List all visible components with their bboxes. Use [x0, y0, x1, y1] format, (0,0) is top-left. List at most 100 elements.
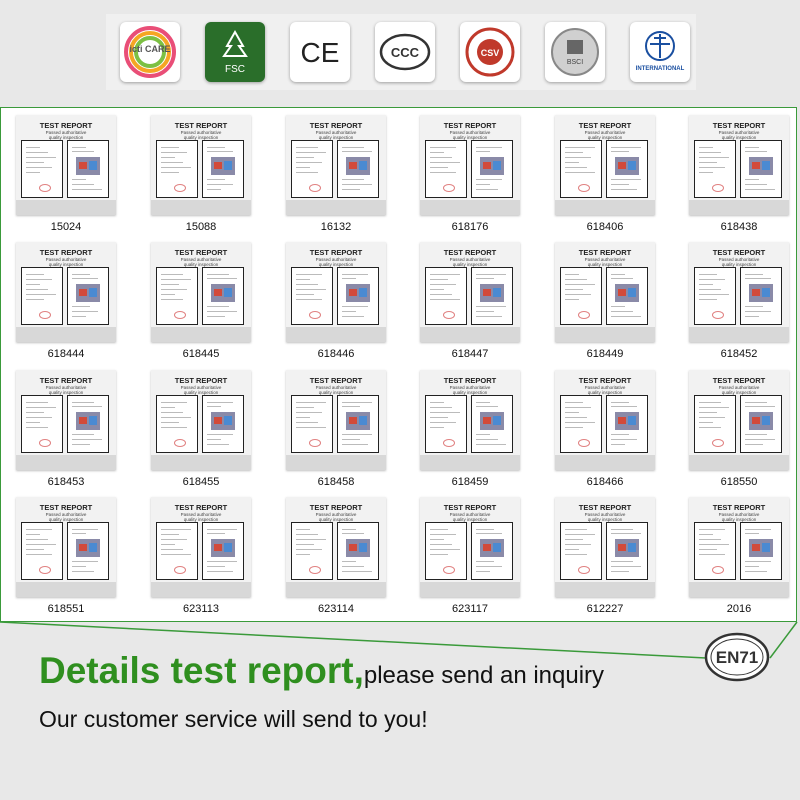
stamp-icon — [309, 439, 321, 447]
report-thumbnail[interactable]: TEST REPORT Passed authoritative quality i… — [420, 370, 520, 488]
text-line — [430, 289, 444, 290]
text-line — [699, 162, 717, 163]
report-shadow-band — [420, 582, 520, 597]
text-line — [745, 306, 763, 307]
headline-inquiry-text: please send an inquiry — [363, 662, 605, 689]
text-line — [699, 167, 725, 168]
report-thumbnail[interactable]: TEST REPORT Passed authoritative quality i… — [555, 115, 655, 233]
text-line — [72, 274, 90, 275]
stamp-icon — [712, 566, 724, 574]
report-thumbnail[interactable]: TEST REPORT Passed authoritative quality i… — [16, 115, 116, 233]
text-line — [161, 167, 191, 168]
text-line — [699, 274, 717, 275]
text-line — [207, 274, 229, 275]
report-thumbnail[interactable]: TEST REPORT Passed authoritative quality i… — [689, 370, 789, 488]
report-shadow-band — [420, 327, 520, 342]
report-thumbnail[interactable]: TEST REPORT Passed authoritative quality i… — [420, 115, 520, 233]
text-line — [699, 544, 729, 545]
report-thumbnail[interactable]: TEST REPORT Passed authoritative quality i… — [151, 242, 251, 360]
text-line — [745, 561, 771, 562]
text-line — [26, 417, 52, 418]
product-photo — [346, 412, 370, 430]
report-heading: TEST REPORT — [712, 248, 766, 257]
report-thumbnail[interactable]: TEST REPORT Passed authoritative quality i… — [151, 497, 251, 615]
report-thumbnail[interactable]: TEST REPORT Passed authoritative quality i… — [286, 242, 386, 360]
report-number: 618551 — [47, 603, 85, 615]
text-line — [611, 439, 637, 440]
report-thumbnail[interactable]: TEST REPORT Passed authoritative quality i… — [689, 115, 789, 233]
report-page-left — [560, 267, 602, 325]
text-line — [745, 274, 763, 275]
report-heading: TEST REPORT — [712, 503, 766, 512]
text-line — [430, 417, 448, 418]
text-line — [342, 278, 356, 279]
stamp-icon — [309, 184, 321, 192]
report-thumbnail[interactable]: TEST REPORT Passed authoritative quality i… — [420, 242, 520, 360]
text-line — [26, 402, 48, 403]
report-subheading: Passed authoritative quality inspection — [555, 130, 655, 140]
report-thumbnail[interactable]: TEST REPORT Passed authoritative quality i… — [286, 115, 386, 233]
text-line — [296, 402, 326, 403]
report-thumbnail[interactable]: TEST REPORT Passed authoritative quality i… — [151, 115, 251, 233]
report-subheading: Passed authoritative quality inspection — [689, 257, 789, 267]
report-thumbnail[interactable]: TEST REPORT Passed authoritative quality i… — [16, 497, 116, 615]
fsc-logo: FSC — [205, 22, 265, 82]
text-line — [476, 533, 502, 534]
text-line — [296, 417, 310, 418]
report-subheading: Passed authoritative quality inspection — [151, 512, 251, 522]
text-line — [611, 561, 633, 562]
report-document: TEST REPORT Passed authoritative quality i… — [286, 242, 386, 342]
text-line — [296, 157, 314, 158]
product-photo — [346, 284, 370, 302]
text-line — [430, 422, 456, 423]
text-line — [699, 554, 725, 555]
report-subheading: Passed authoritative quality inspection — [420, 385, 520, 395]
report-thumbnail[interactable]: TEST REPORT Passed authoritative quality i… — [689, 497, 789, 615]
text-line — [26, 167, 52, 168]
text-line — [72, 533, 86, 534]
report-document: TEST REPORT Passed authoritative quality i… — [689, 370, 789, 470]
text-line — [611, 151, 629, 152]
report-page-left — [694, 395, 736, 453]
report-thumbnail[interactable]: TEST REPORT Passed authoritative quality i… — [16, 370, 116, 488]
report-thumbnail[interactable]: TEST REPORT Passed authoritative quality i… — [420, 497, 520, 615]
report-number: 618550 — [720, 476, 758, 488]
text-line — [26, 289, 48, 290]
text-line — [430, 539, 444, 540]
stamp-icon — [174, 439, 186, 447]
report-thumbnail[interactable]: TEST REPORT Passed authoritative quality i… — [555, 497, 655, 615]
text-line — [161, 549, 183, 550]
text-line — [745, 566, 759, 567]
text-line — [26, 412, 44, 413]
text-line — [430, 529, 448, 530]
report-thumbnail[interactable]: TEST REPORT Passed authoritative quality i… — [555, 370, 655, 488]
text-line — [72, 306, 90, 307]
text-line — [745, 533, 759, 534]
report-thumbnail[interactable]: TEST REPORT Passed authoritative quality i… — [689, 242, 789, 360]
text-line — [207, 406, 221, 407]
report-thumbnail[interactable]: TEST REPORT Passed authoritative quality i… — [286, 370, 386, 488]
text-line — [26, 157, 56, 158]
text-line — [161, 402, 187, 403]
report-subheading: Passed authoritative quality inspection — [16, 385, 116, 395]
certification-logo-strip: icti CARE FSC CE CCC CSV BSCI INTERNATIO… — [106, 14, 696, 90]
report-thumbnail[interactable]: TEST REPORT Passed authoritative quality i… — [555, 242, 655, 360]
report-heading: TEST REPORT — [578, 121, 632, 130]
text-line — [745, 184, 767, 185]
text-line — [342, 274, 368, 275]
text-line — [161, 274, 183, 275]
text-line — [699, 549, 717, 550]
text-line — [72, 571, 94, 572]
stamp-icon — [39, 566, 51, 574]
text-line — [611, 316, 641, 317]
text-line — [565, 407, 591, 408]
product-photo — [615, 157, 639, 175]
text-line — [611, 406, 637, 407]
report-thumbnail[interactable]: TEST REPORT Passed authoritative quality i… — [286, 497, 386, 615]
report-shadow-band — [286, 582, 386, 597]
text-line — [611, 571, 629, 572]
report-thumbnail[interactable]: TEST REPORT Passed authoritative quality i… — [16, 242, 116, 360]
report-thumbnail[interactable]: TEST REPORT Passed authoritative quality i… — [151, 370, 251, 488]
text-line — [745, 402, 767, 403]
text-line — [72, 151, 94, 152]
